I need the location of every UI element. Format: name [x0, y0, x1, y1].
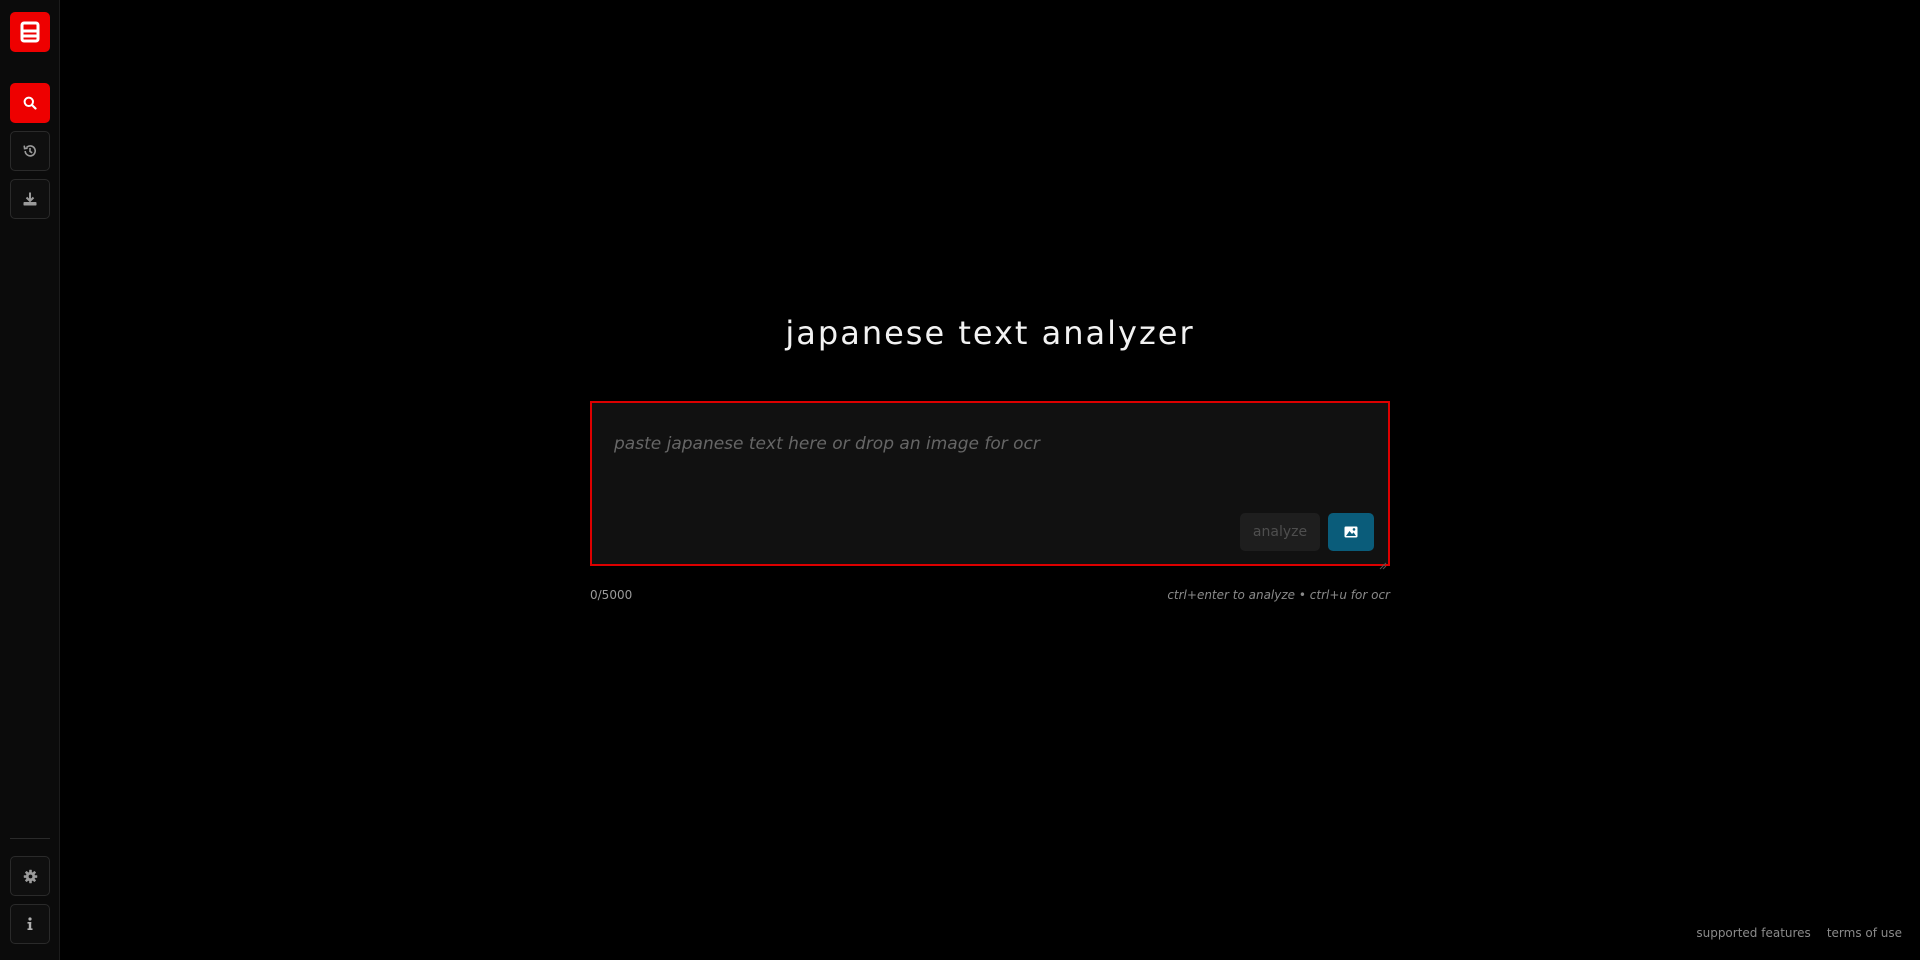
sidebar-item-history[interactable]: [10, 131, 50, 171]
search-icon: [23, 96, 37, 110]
sidebar-item-settings[interactable]: [10, 856, 50, 896]
supported-features-link[interactable]: supported features: [1696, 926, 1810, 940]
page-title: japanese text analyzer: [785, 314, 1195, 352]
ocr-image-button[interactable]: [1328, 513, 1374, 551]
analyze-button[interactable]: analyze: [1240, 513, 1320, 551]
sidebar-divider: [10, 838, 50, 839]
resize-handle[interactable]: [1379, 555, 1387, 570]
text-input-box: analyze: [590, 401, 1390, 570]
japanese-text-input[interactable]: [614, 429, 1354, 459]
download-icon: [22, 191, 38, 207]
sidebar: [0, 0, 60, 960]
app-root: japanese text analyzer analyze: [0, 0, 1920, 960]
terms-of-use-link[interactable]: terms of use: [1827, 926, 1902, 940]
image-icon: [1344, 523, 1358, 542]
history-icon: [22, 143, 38, 159]
keyboard-shortcut-hint: ctrl+enter to analyze • ctrl+u for ocr: [1167, 588, 1390, 602]
sidebar-item-download[interactable]: [10, 179, 50, 219]
info-icon: [25, 916, 35, 932]
character-count: 0/5000: [590, 588, 633, 602]
sidebar-item-search[interactable]: [10, 83, 50, 123]
footer-links: supported features terms of use: [1696, 926, 1902, 940]
app-logo-icon[interactable]: [10, 12, 50, 52]
analyze-button-label: analyze: [1252, 524, 1308, 540]
gear-icon: [23, 869, 38, 884]
sidebar-item-info[interactable]: [10, 904, 50, 944]
